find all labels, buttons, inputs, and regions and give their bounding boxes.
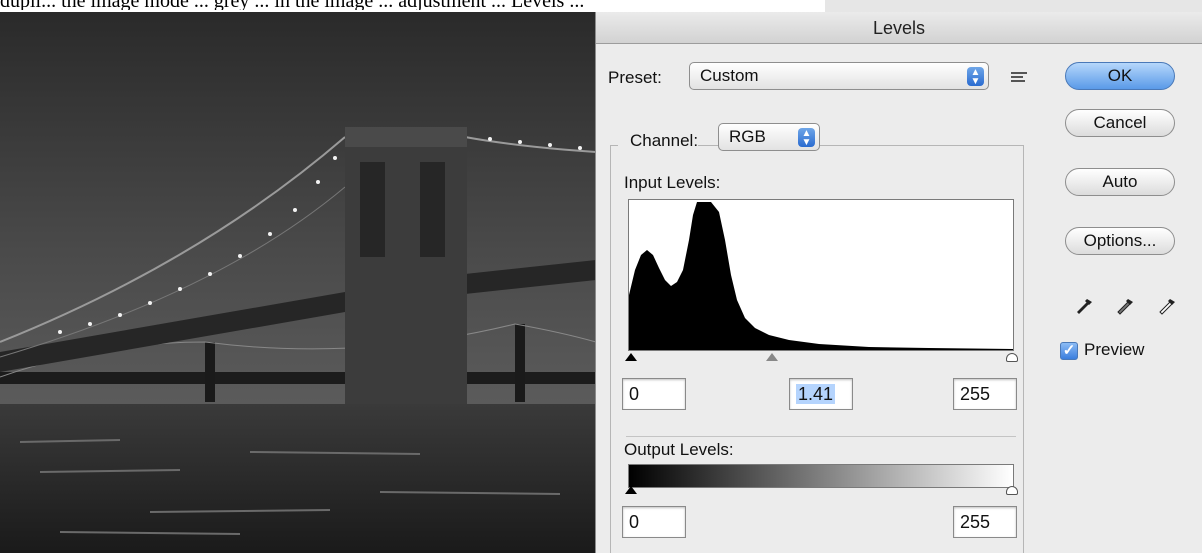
output-white-slider[interactable] — [1006, 486, 1018, 495]
ok-button[interactable]: OK — [1065, 62, 1175, 90]
top-caption: dupli... the image mode ... grey ... in … — [0, 0, 700, 10]
black-eyedropper-icon[interactable] — [1073, 294, 1095, 316]
cancel-button[interactable]: Cancel — [1065, 109, 1175, 137]
input-gamma-value: 1.41 — [796, 384, 836, 404]
input-white-value: 255 — [960, 384, 991, 404]
output-white-value: 255 — [960, 512, 991, 532]
input-black-field[interactable]: 0 — [622, 378, 686, 410]
select-arrows-icon: ▲ ▼ — [798, 128, 815, 148]
preview-checkbox[interactable]: ✓ — [1060, 342, 1078, 360]
preset-select[interactable]: Custom ▲ ▼ — [689, 62, 989, 90]
levels-separator — [626, 436, 1016, 437]
output-black-field[interactable]: 0 — [622, 506, 686, 538]
input-gamma-slider[interactable] — [766, 353, 778, 361]
preview-label: Preview — [1084, 340, 1145, 359]
channel-value: RGB — [729, 127, 766, 146]
preset-label: Preset: — [608, 68, 662, 87]
input-levels-label: Input Levels: — [624, 173, 721, 192]
preset-value: Custom — [700, 66, 759, 85]
white-eyedropper-icon[interactable] — [1156, 294, 1178, 316]
input-white-slider[interactable] — [1006, 353, 1018, 362]
histogram — [628, 199, 1014, 351]
input-white-field[interactable]: 255 — [953, 378, 1017, 410]
preset-menu-icon[interactable] — [1011, 70, 1027, 84]
output-gradient-bar — [628, 464, 1014, 488]
options-button[interactable]: Options... — [1065, 227, 1175, 255]
output-levels-label: Output Levels: — [624, 440, 734, 459]
output-black-slider[interactable] — [625, 486, 637, 494]
gray-eyedropper-icon[interactable] — [1114, 294, 1136, 316]
output-white-field[interactable]: 255 — [953, 506, 1017, 538]
select-arrows-icon: ▲ ▼ — [967, 67, 984, 87]
channel-label: Channel: — [630, 131, 699, 150]
auto-button[interactable]: Auto — [1065, 168, 1175, 196]
input-black-slider[interactable] — [625, 353, 637, 361]
channel-legend: Channel: — [618, 121, 699, 161]
input-black-value: 0 — [629, 384, 640, 404]
dialog-title: Levels — [596, 12, 1202, 44]
output-black-value: 0 — [629, 512, 640, 532]
levels-dialog: Levels Preset: Custom ▲ ▼ OK Cancel Auto … — [595, 12, 1202, 553]
channel-select[interactable]: RGB ▲ ▼ — [718, 123, 820, 151]
input-gamma-field[interactable]: 1.41 — [789, 378, 853, 410]
bridge-photo — [0, 12, 596, 553]
